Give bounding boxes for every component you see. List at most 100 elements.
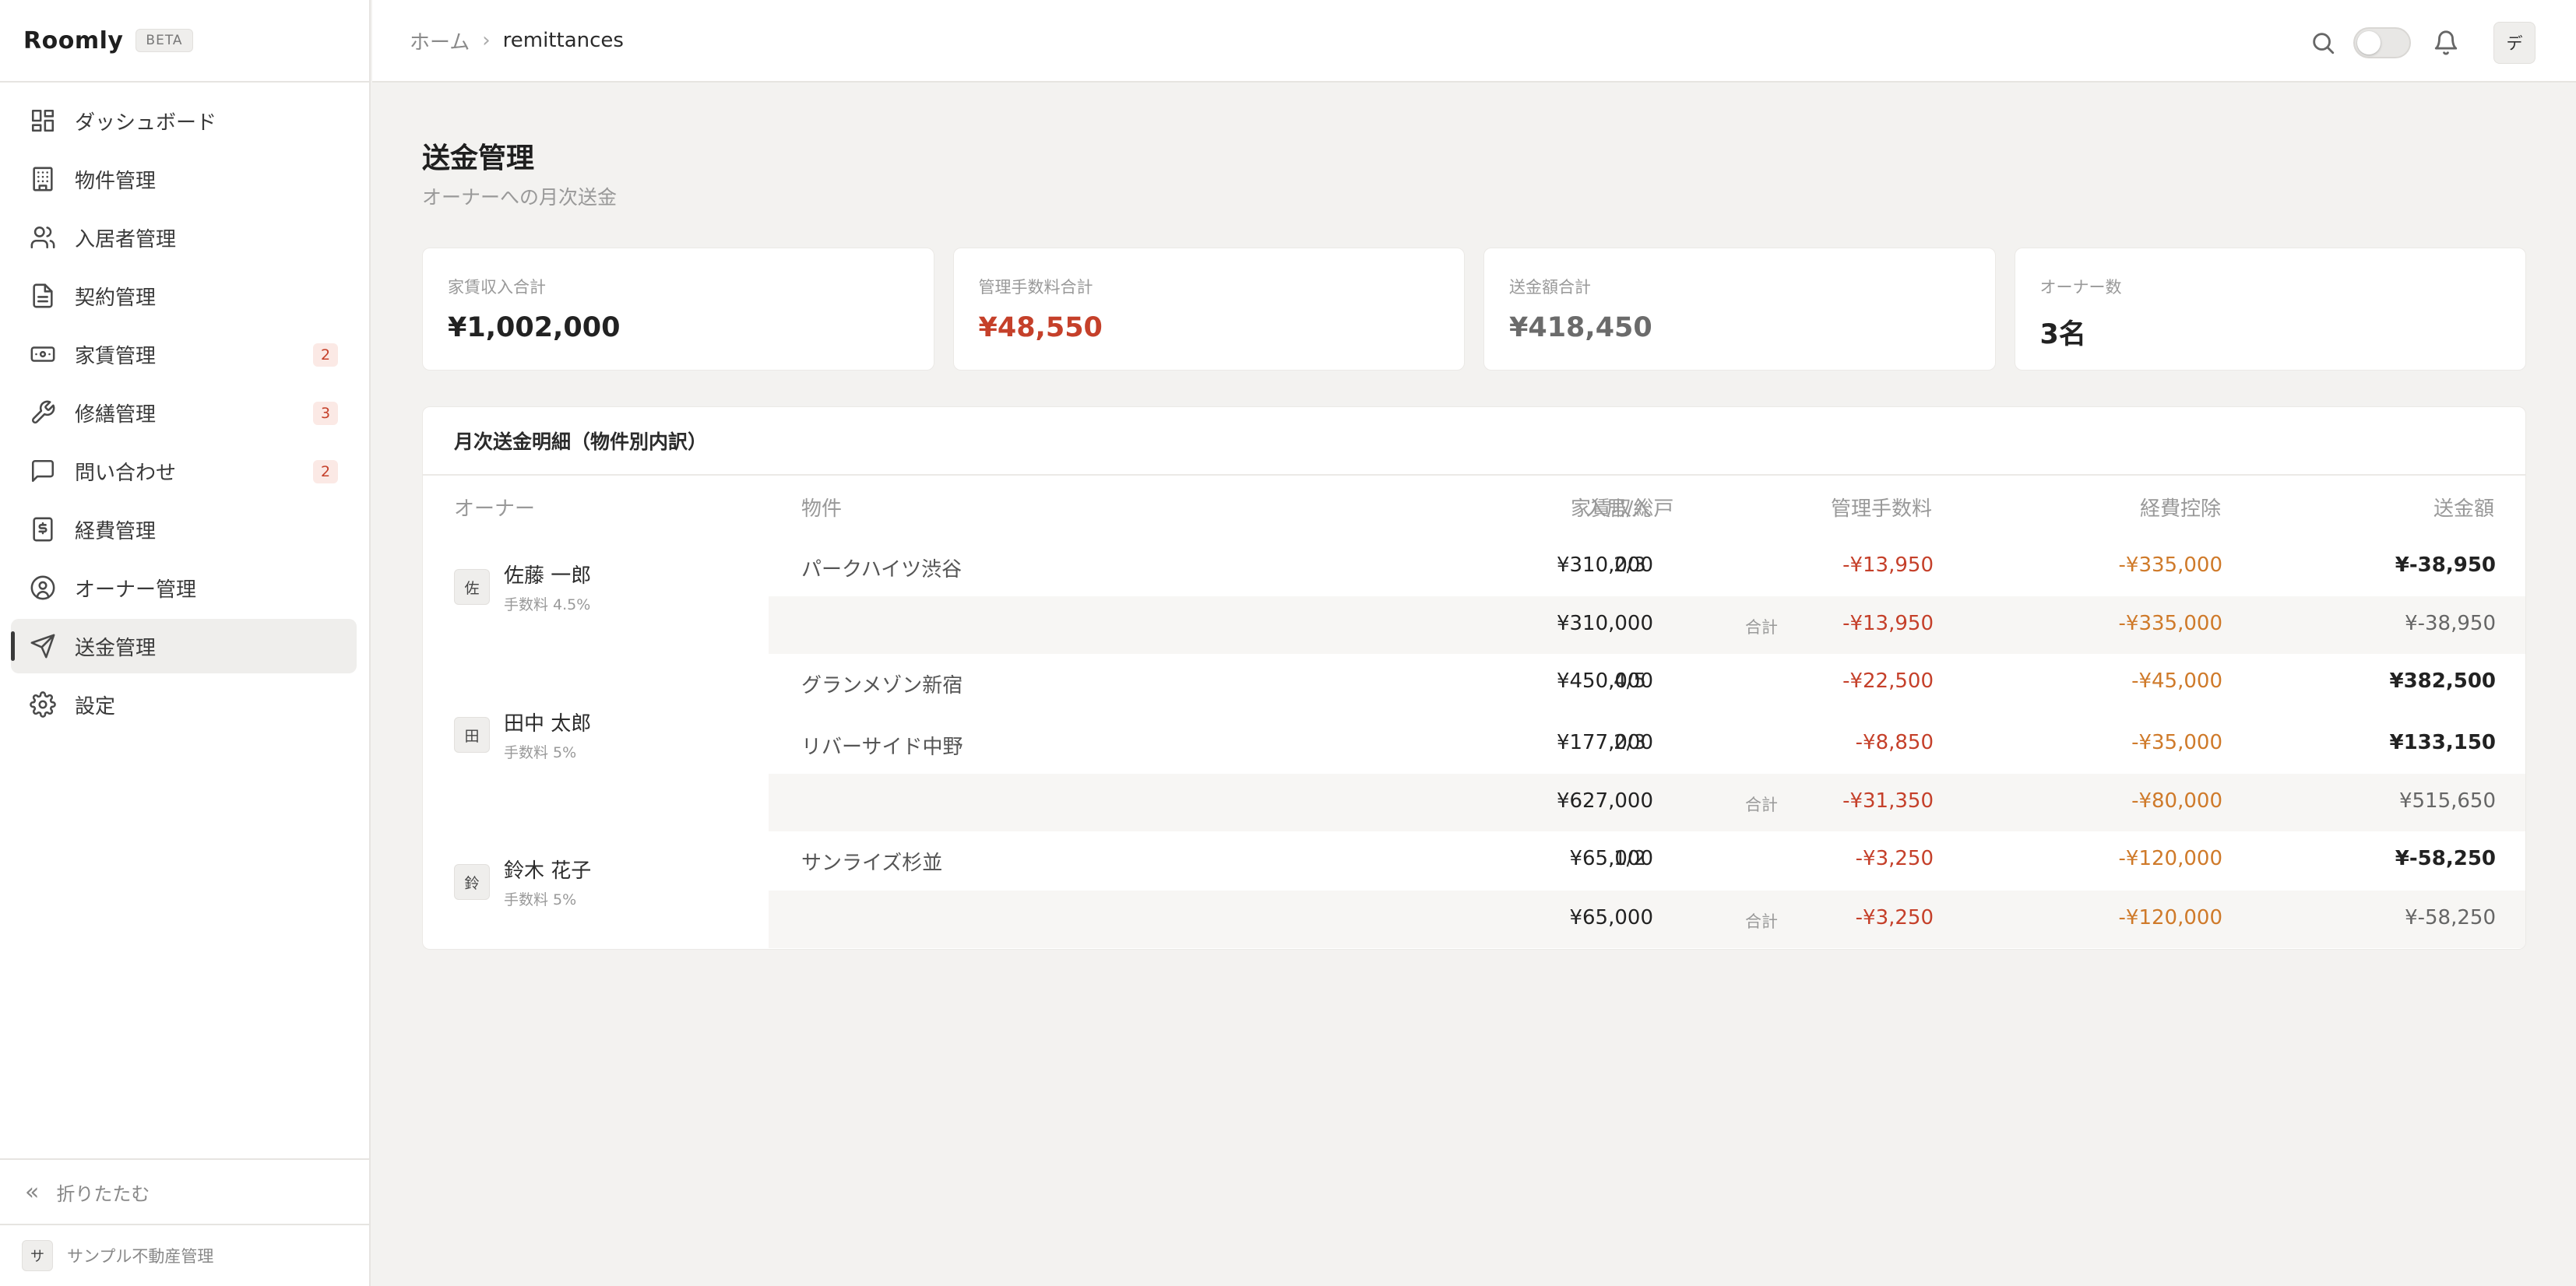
receipt-icon [33,517,53,542]
sidebar-item-label: 入居者管理 [75,227,177,251]
remit-value: ¥133,150 [2389,731,2496,754]
table-row[interactable]: パークハイツ渋谷 2/3 ¥310,000 -¥13,950 -¥335,000… [769,538,2525,596]
sidebar-item-settings[interactable]: 設定 [11,677,357,732]
page-title: 送金管理 [422,142,535,174]
app-name[interactable]: Roomly [23,27,123,54]
chevrons-left-icon: « [25,1178,40,1206]
rent-value: ¥65,000 [1569,847,1653,870]
sidebar-item-label: 問い合わせ [75,461,177,485]
building-icon [33,167,53,191]
brand: Roomly BETA [0,0,369,83]
sidebar-item-rent[interactable]: 家賃管理 2 [11,327,357,381]
stat-value: ¥48,550 [978,312,1103,343]
breadcrumb-home-link[interactable]: ホーム [410,26,470,55]
sidebar-item-owners[interactable]: オーナー管理 [11,560,357,615]
table-body: パークハイツ渋谷 2/3 ¥310,000 -¥13,950 -¥335,000… [769,538,2525,948]
remit-value: ¥-58,250 [2395,847,2496,870]
owner-cell[interactable]: 鈴 鈴木 花子 手数料 5% [454,855,591,909]
rent-value: ¥450,000 [1556,669,1653,693]
column-header-owner: オーナー [454,497,536,521]
subtotal-row: 合計 ¥310,000 -¥13,950 -¥335,000 ¥-38,950 [769,596,2525,654]
sidebar-item-label: 契約管理 [75,286,157,310]
sidebar-item-tenants[interactable]: 入居者管理 [11,210,357,265]
table-header: オーナー 物件 入居/総戸 家賃収入 管理手数料 経費控除 送金額 [423,476,2525,538]
collapse-sidebar-button[interactable]: « 折りたたむ [0,1158,369,1224]
owner-cell[interactable]: 田 田中 太郎 手数料 5% [454,708,591,762]
stat-card-rent-total: 家賃収入合計 ¥1,002,000 [422,248,934,371]
user-circle-icon [30,575,55,600]
notification-badge: 2 [313,343,338,367]
table-row[interactable]: リバーサイド中野 2/3 ¥177,000 -¥8,850 -¥35,000 ¥… [769,715,2525,774]
table-title: 月次送金明細（物件別内訳） [423,407,2525,476]
search-icon[interactable] [2310,30,2336,56]
sidebar-item-expenses[interactable]: 経費管理 [11,502,357,557]
breadcrumb: ホーム › remittances [410,26,624,55]
organization-switcher[interactable]: サ サンプル不動産管理 [0,1224,369,1286]
sidebar: Roomly BETA ダッシュボード 物件管理 入居者管理 契約管理 家賃管理… [0,0,371,1286]
top-bar: ホーム › remittances デ [372,0,2576,83]
expense-value: -¥35,000 [2131,731,2222,754]
stat-label: 家賃収入合計 [448,278,546,297]
fee-value: -¥3,250 [1855,847,1934,870]
notification-badge: 2 [313,460,338,483]
users-icon [30,226,55,249]
remittance-table-card: 月次送金明細（物件別内訳） オーナー 物件 入居/総戸 家賃収入 管理手数料 経… [422,406,2526,950]
theme-toggle[interactable] [2353,27,2411,58]
stat-value: ¥1,002,000 [448,312,621,343]
owner-fee-rate: 手数料 5% [504,744,577,761]
column-header-remit: 送金額 [2433,497,2494,521]
property-name: サンライズ杉並 [801,852,943,875]
sidebar-item-label: 経費管理 [75,519,157,543]
remit-value: ¥382,500 [2389,669,2496,693]
table-row[interactable]: グランメゾン新宿 4/5 ¥450,000 -¥22,500 -¥45,000 … [769,654,2525,715]
bell-icon[interactable] [2433,30,2459,56]
owner-name: 佐藤 一郎 [504,564,592,588]
notification-badge: 3 [313,402,338,425]
message-icon [31,459,55,483]
beta-badge: BETA [135,29,193,52]
table-row[interactable]: サンライズ杉並 1/2 ¥65,000 -¥3,250 -¥120,000 ¥-… [769,831,2525,891]
sidebar-item-label: 修繕管理 [75,402,157,427]
stat-label: 管理手数料合計 [978,278,1093,297]
sidebar-item-dashboard[interactable]: ダッシュボード [11,93,357,148]
sidebar-item-inquiries[interactable]: 問い合わせ 2 [11,444,357,498]
expense-total: -¥80,000 [2131,789,2222,813]
owner-avatar: 田 [454,717,490,753]
owner-cell[interactable]: 佐 佐藤 一郎 手数料 4.5% [454,560,591,614]
banknote-icon [30,346,55,362]
fee-total: -¥13,950 [1842,612,1934,635]
property-name: リバーサイド中野 [801,736,963,759]
expense-total: -¥335,000 [2118,612,2222,635]
breadcrumb-current: remittances [502,29,624,52]
remit-total: ¥-38,950 [2405,612,2496,635]
header-actions: デ [2310,22,2536,64]
dashboard-icon [31,109,55,132]
sidebar-item-contracts[interactable]: 契約管理 [11,269,357,323]
stat-value: ¥418,450 [1509,312,1652,343]
sidebar-item-repairs[interactable]: 修繕管理 3 [11,385,357,440]
summary-stats: 家賃収入合計 ¥1,002,000 管理手数料合計 ¥48,550 送金額合計 … [422,248,2526,371]
owner-fee-rate: 手数料 4.5% [504,596,591,613]
subtotal-row: 合計 ¥65,000 -¥3,250 -¥120,000 ¥-58,250 [769,891,2525,948]
stat-card-remit-total: 送金額合計 ¥418,450 [1483,248,1996,371]
owner-name: 田中 太郎 [504,712,592,736]
document-icon [33,283,53,308]
user-avatar[interactable]: デ [2493,22,2536,64]
stat-value: 3名 [2039,319,2086,350]
stat-card-owner-count: オーナー数 3名 [2014,248,2526,371]
owner-avatar: 鈴 [454,864,490,900]
sidebar-item-properties[interactable]: 物件管理 [11,152,357,206]
sidebar-item-label: オーナー管理 [75,578,197,602]
sidebar-item-label: 家賃管理 [75,344,157,368]
rent-value: ¥310,000 [1556,553,1653,577]
expense-value: -¥120,000 [2118,847,2222,870]
column-header-rent: 家賃収入 [1570,497,1652,521]
gear-icon [30,691,56,718]
property-name: グランメゾン新宿 [801,674,963,697]
expense-value: -¥45,000 [2131,669,2222,693]
rent-value: ¥177,000 [1556,731,1653,754]
send-icon [30,634,55,659]
page-subtitle: オーナーへの月次送金 [422,186,618,209]
expense-total: -¥120,000 [2118,906,2222,929]
sidebar-item-remittances[interactable]: 送金管理 [11,619,357,673]
